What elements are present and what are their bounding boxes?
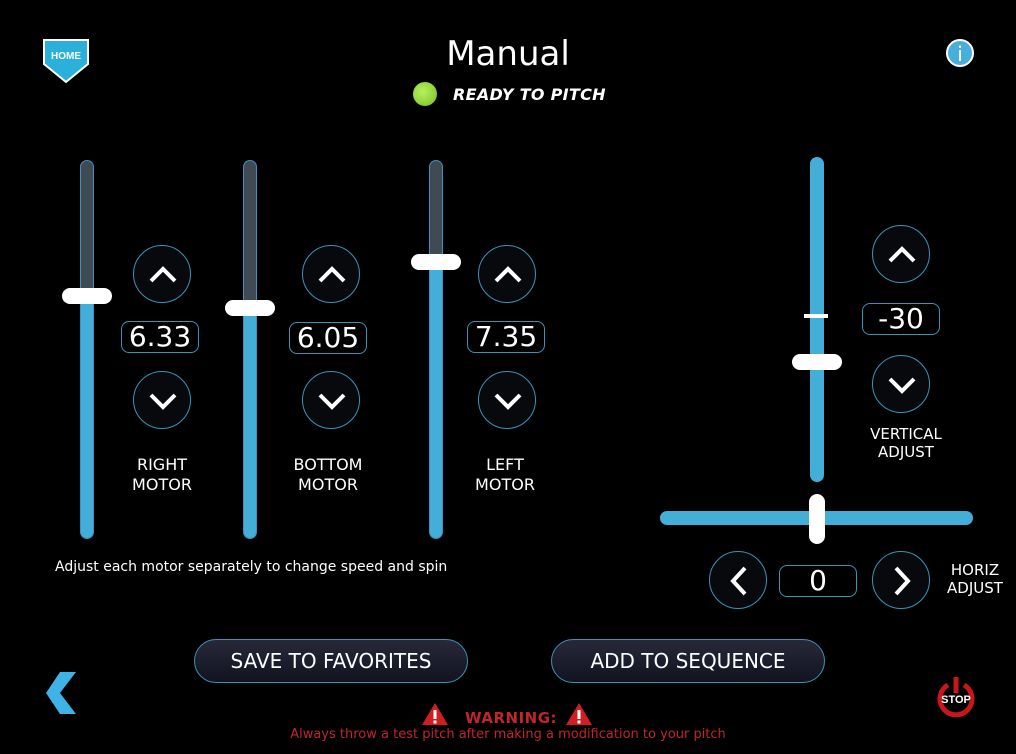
horizontal-adjust-value: 0 xyxy=(779,565,857,597)
chevron-up-icon xyxy=(888,246,916,263)
right-motor-value: 6.33 xyxy=(121,321,199,353)
chevron-up-icon xyxy=(494,266,522,283)
warning-triangle-icon xyxy=(565,702,593,730)
left-motor-up-button[interactable] xyxy=(478,245,536,303)
slider-fill xyxy=(244,306,256,538)
left-motor-label: LEFT MOTOR xyxy=(445,455,565,495)
left-motor-slider[interactable] xyxy=(429,160,443,539)
chevron-down-icon xyxy=(888,377,916,394)
chevron-up-icon xyxy=(149,266,177,283)
slider-fill xyxy=(81,295,93,538)
left-motor-down-button[interactable] xyxy=(478,371,536,429)
chevron-down-icon xyxy=(494,393,522,410)
right-motor-slider-thumb[interactable] xyxy=(62,288,112,305)
bottom-motor-up-button[interactable] xyxy=(302,245,360,303)
vertical-adjust-center-marker xyxy=(804,314,828,319)
chevron-left-icon xyxy=(46,672,76,714)
label-line: ADJUST xyxy=(878,443,934,461)
left-motor-slider-thumb[interactable] xyxy=(411,254,461,271)
vertical-adjust-down-button[interactable] xyxy=(872,355,930,413)
chevron-down-icon xyxy=(318,393,346,410)
back-button[interactable] xyxy=(44,672,78,714)
stop-label: STOP xyxy=(941,694,971,706)
page-title: Manual xyxy=(446,34,570,74)
bottom-motor-slider-thumb[interactable] xyxy=(225,299,275,316)
status-indicator: READY TO PITCH xyxy=(413,82,606,106)
label-line: ADJUST xyxy=(947,579,1003,597)
bottom-motor-slider[interactable] xyxy=(243,160,257,539)
bottom-motor-label: BOTTOM MOTOR xyxy=(268,455,388,495)
bottom-motor-down-button[interactable] xyxy=(302,371,360,429)
label-line: MOTOR xyxy=(475,475,535,494)
bottom-motor-value: 6.05 xyxy=(289,322,367,354)
add-to-sequence-button[interactable]: ADD TO SEQUENCE xyxy=(551,639,825,683)
warning-triangle-icon xyxy=(421,702,449,730)
slider-fill xyxy=(430,261,442,538)
chevron-left-icon xyxy=(730,566,747,596)
status-text: READY TO PITCH xyxy=(453,84,606,104)
label-line: MOTOR xyxy=(132,475,192,494)
right-motor-slider[interactable] xyxy=(80,160,94,539)
info-icon: i xyxy=(957,42,963,66)
horizontal-adjust-thumb[interactable] xyxy=(808,494,825,544)
label-line: HORIZ xyxy=(950,561,1000,579)
label-line: BOTTOM xyxy=(293,455,363,474)
info-button[interactable]: i xyxy=(946,39,974,67)
right-motor-down-button[interactable] xyxy=(133,371,191,429)
vertical-adjust-label: VERTICAL ADJUST xyxy=(846,425,966,461)
stop-button[interactable]: STOP xyxy=(936,677,976,718)
label-line: MOTOR xyxy=(298,475,358,494)
chevron-up-icon xyxy=(318,266,346,283)
motor-hint-text: Adjust each motor separately to change s… xyxy=(55,559,448,575)
status-led xyxy=(413,82,437,106)
horizontal-adjust-left-button[interactable] xyxy=(709,551,767,609)
vertical-adjust-thumb[interactable] xyxy=(792,353,842,370)
vertical-adjust-up-button[interactable] xyxy=(872,225,930,283)
save-to-favorites-button[interactable]: SAVE TO FAVORITES xyxy=(194,639,468,683)
warning-text: Always throw a test pitch after making a… xyxy=(290,727,726,742)
chevron-down-icon xyxy=(149,393,177,410)
vertical-adjust-slider[interactable] xyxy=(810,157,824,482)
left-motor-value: 7.35 xyxy=(467,321,545,353)
warning-title: WARNING: xyxy=(465,709,558,727)
label-line: VERTICAL xyxy=(870,425,942,443)
right-motor-label: RIGHT MOTOR xyxy=(102,455,222,495)
right-motor-up-button[interactable] xyxy=(133,245,191,303)
horizontal-adjust-label: HORIZ ADJUST xyxy=(915,561,1016,597)
vertical-adjust-value: -30 xyxy=(862,303,940,335)
label-line: RIGHT xyxy=(136,455,188,474)
label-line: LEFT xyxy=(486,455,524,474)
